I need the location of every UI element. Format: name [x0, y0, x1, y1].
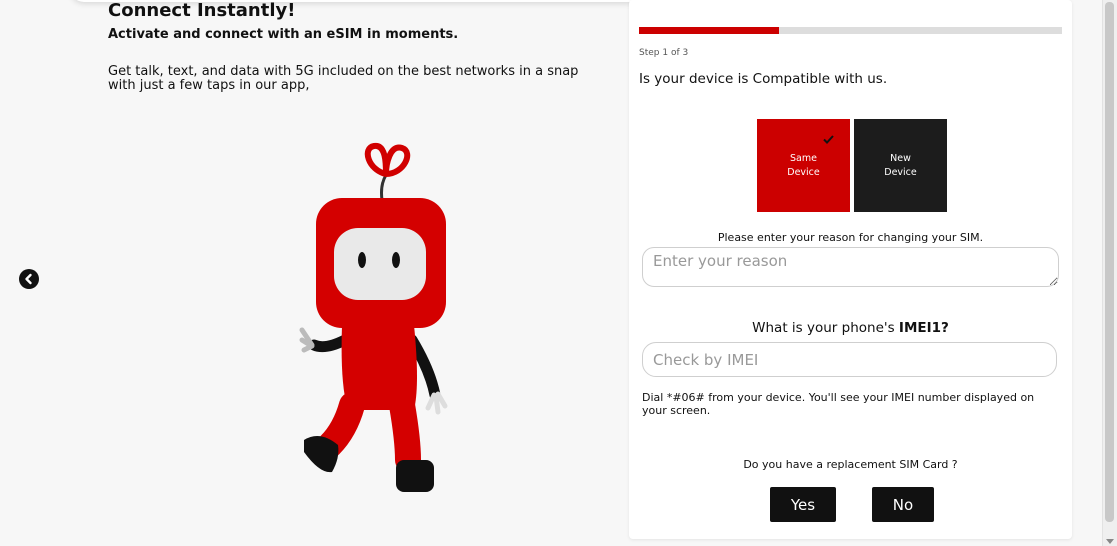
imei-label-bold: IMEI1?	[898, 320, 949, 336]
reason-input[interactable]	[642, 247, 1059, 287]
replacement-sim-question: Do you have a replacement SIM Card ?	[743, 458, 958, 471]
no-button[interactable]: No	[872, 487, 934, 522]
hero-subtitle: Activate and connect with an eSIM in mom…	[108, 27, 459, 42]
progress-fill	[639, 27, 779, 34]
hero-body: Get talk, text, and data with 5G include…	[108, 64, 579, 93]
scroll-down-arrow-icon[interactable]	[1106, 539, 1114, 544]
same-device-label-line1: Same	[790, 152, 817, 164]
hero-title: Connect Instantly!	[108, 0, 296, 21]
checkmark-icon	[823, 135, 834, 144]
progress-bar	[639, 27, 1062, 34]
back-button[interactable]	[19, 269, 39, 289]
mascot-illustration	[299, 142, 448, 492]
reason-label: Please enter your reason for changing yo…	[717, 231, 984, 244]
activation-form-panel: Step 1 of 3 Is your device is Compatible…	[629, 0, 1072, 539]
new-device-option[interactable]: New Device	[854, 119, 947, 212]
new-device-label-line1: New	[890, 152, 911, 164]
same-device-label-line2: Device	[787, 166, 820, 178]
step-indicator: Step 1 of 3	[639, 48, 689, 58]
chevron-left-circle-icon	[25, 273, 32, 285]
compatibility-question: Is your device is Compatible with us.	[639, 71, 888, 87]
yes-button[interactable]: Yes	[770, 487, 836, 522]
imei-label-prefix: What is your phone's	[752, 320, 899, 336]
page-scrollbar[interactable]	[1102, 0, 1117, 546]
same-device-option[interactable]: Same Device	[757, 119, 850, 212]
imei-input[interactable]	[642, 342, 1057, 377]
imei-hint: Dial *#06# from your device. You'll see …	[642, 391, 1035, 417]
scrollbar-thumb[interactable]	[1105, 2, 1114, 522]
imei-label: What is your phone's IMEI1?	[629, 320, 1072, 336]
new-device-label-line2: Device	[884, 166, 917, 178]
